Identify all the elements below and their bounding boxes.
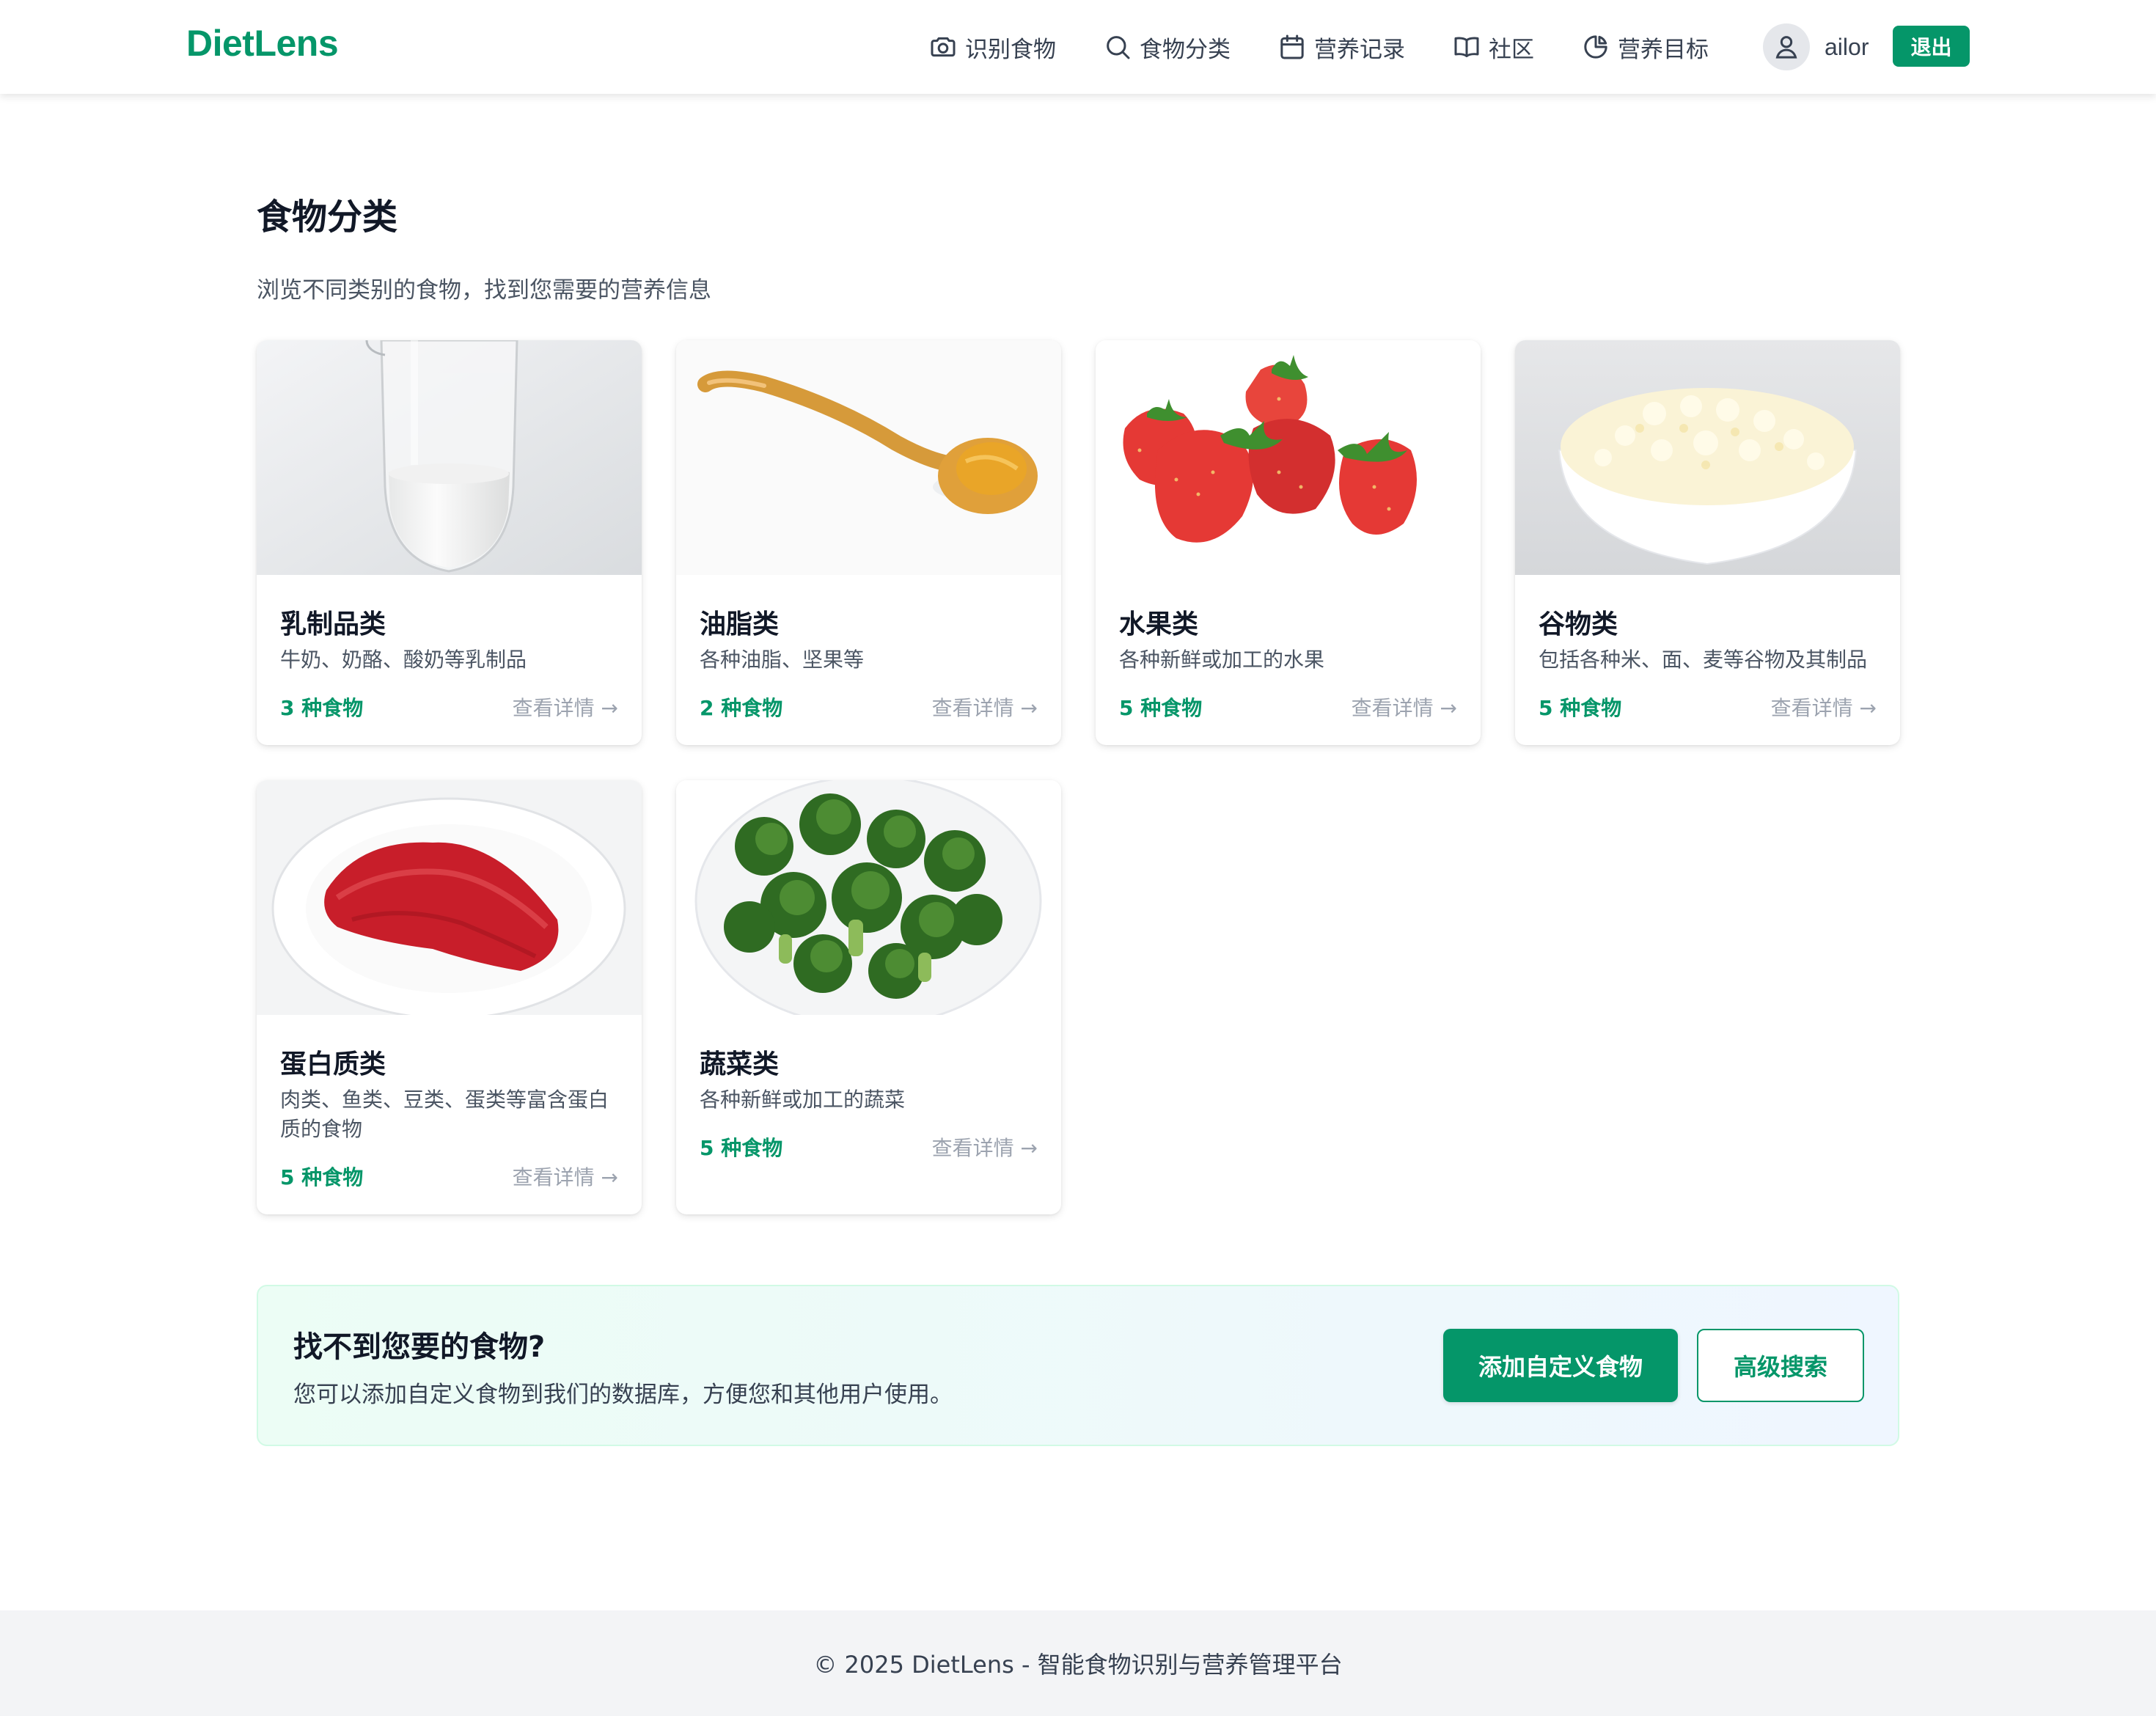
nav-label: 社区: [1489, 36, 1534, 63]
view-details-link[interactable]: 查看详情 →: [932, 692, 1038, 722]
view-details-link[interactable]: 查看详情 →: [513, 692, 618, 722]
category-card-grains[interactable]: 谷物类 包括各种米、面、麦等谷物及其制品 5 种食物 查看详情 →: [1515, 340, 1900, 745]
food-count: 5 种食物: [1539, 696, 1622, 720]
card-title: 蔬菜类: [700, 1049, 780, 1079]
category-card-fruit[interactable]: 水果类 各种新鲜或加工的水果 5 种食物 查看详情 →: [1096, 340, 1481, 745]
page-subtitle: 浏览不同类别的食物，找到您需要的营养信息: [257, 277, 711, 304]
nav-label: 营养记录: [1314, 36, 1405, 63]
card-title: 水果类: [1119, 609, 1199, 639]
food-count: 2 种食物: [700, 696, 783, 720]
footer: © 2025 DietLens - 智能食物识别与营养管理平台: [0, 1610, 2156, 1716]
card-title: 油脂类: [700, 609, 780, 639]
view-details-link[interactable]: 查看详情 →: [513, 1162, 618, 1191]
view-details-link[interactable]: 查看详情 →: [1771, 692, 1877, 722]
card-title: 谷物类: [1539, 609, 1618, 639]
vegetables-image: [676, 780, 1061, 1015]
banner-title: 找不到您要的食物?: [293, 1330, 546, 1364]
add-custom-food-button[interactable]: 添加自定义食物: [1443, 1329, 1678, 1402]
grains-image: [1515, 340, 1900, 575]
copyright: © 2025 DietLens - 智能食物识别与营养管理平台: [813, 1651, 1343, 1679]
category-card-dairy[interactable]: 乳制品类 牛奶、奶酪、酸奶等乳制品 3 种食物 查看详情 →: [257, 340, 642, 745]
avatar[interactable]: [1763, 23, 1810, 70]
camera-icon: [931, 37, 956, 57]
nav-nutrition-records[interactable]: 营养记录: [1277, 0, 1405, 94]
card-description: 包括各种米、面、麦等谷物及其制品: [1539, 648, 1868, 672]
card-description: 各种新鲜或加工的水果: [1119, 648, 1325, 672]
category-card-vegetables[interactable]: 蔬菜类 各种新鲜或加工的蔬菜 5 种食物 查看详情 →: [676, 780, 1061, 1214]
calendar-icon: [1280, 34, 1304, 59]
nav-label: 食物分类: [1140, 36, 1231, 63]
nav-label: 营养目标: [1618, 36, 1709, 63]
book-icon: [1454, 37, 1479, 57]
food-count: 5 种食物: [700, 1136, 783, 1160]
card-description: 牛奶、奶酪、酸奶等乳制品: [280, 648, 527, 672]
nav-food-categories[interactable]: 食物分类: [1103, 0, 1231, 94]
fruit-image: [1096, 340, 1481, 575]
advanced-search-button[interactable]: 高级搜索: [1697, 1329, 1864, 1402]
logout-button[interactable]: 退出: [1893, 26, 1970, 67]
view-details-link[interactable]: 查看详情 →: [932, 1132, 1038, 1162]
category-card-fats[interactable]: 油脂类 各种油脂、坚果等 2 种食物 查看详情 →: [676, 340, 1061, 745]
banner-description: 您可以添加自定义食物到我们的数据库，方便您和其他用户使用。: [293, 1382, 953, 1408]
top-navbar: DietLens 识别食物 食物分类 营养记录 社区 营养目标 ailor 退出: [0, 0, 2156, 94]
food-count: 3 种食物: [280, 696, 364, 720]
username: ailor: [1825, 33, 1869, 60]
nav-community[interactable]: 社区: [1452, 0, 1534, 94]
page-title: 食物分类: [257, 197, 398, 238]
nav-recognize-food[interactable]: 识别食物: [928, 0, 1056, 94]
add-food-banner: 找不到您要的食物? 您可以添加自定义食物到我们的数据库，方便您和其他用户使用。 …: [257, 1285, 1899, 1446]
card-description: 各种油脂、坚果等: [700, 648, 865, 672]
food-count: 5 种食物: [1119, 696, 1203, 720]
dairy-image: [257, 340, 642, 575]
nav-nutrition-goals[interactable]: 营养目标: [1581, 0, 1709, 94]
main-nav: 识别食物 食物分类 营养记录 社区 营养目标: [928, 0, 1756, 94]
logo[interactable]: DietLens: [186, 22, 339, 65]
card-description: 各种新鲜或加工的蔬菜: [700, 1088, 906, 1112]
card-title: 乳制品类: [280, 609, 386, 639]
protein-image: [257, 780, 642, 1015]
nav-label: 识别食物: [965, 36, 1056, 63]
search-icon: [1107, 36, 1130, 59]
user-icon: [1775, 36, 1797, 59]
user-menu[interactable]: ailor: [1763, 23, 1869, 70]
food-count: 5 种食物: [280, 1165, 364, 1189]
fats-image: [676, 340, 1061, 575]
pie-chart-icon: [1584, 35, 1607, 59]
view-details-link[interactable]: 查看详情 →: [1352, 692, 1457, 722]
category-card-protein[interactable]: 蛋白质类 肉类、鱼类、豆类、蛋类等富含蛋白质的食物 5 种食物 查看详情 →: [257, 780, 642, 1214]
card-description: 肉类、鱼类、豆类、蛋类等富含蛋白质的食物: [280, 1088, 609, 1141]
card-title: 蛋白质类: [280, 1049, 386, 1079]
